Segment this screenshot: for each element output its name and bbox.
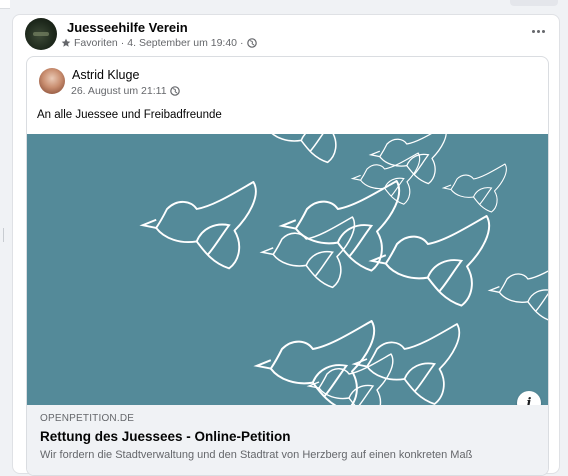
shared-post-text: An alle Juessee und Freibadfreunde [37,109,222,121]
link-description: Wir fordern die Stadtverwaltung und den … [40,449,473,461]
globe-icon[interactable] [246,38,257,48]
author-name-link[interactable]: Astrid Kluge [72,68,139,82]
doves-illustration [141,134,548,405]
more-options-icon[interactable] [527,22,549,40]
shared-post-date-link[interactable]: 26. August um 21:11 [71,85,167,97]
shared-post-meta: 26. August um 21:11 [71,85,180,97]
meta-separator: · [120,37,125,49]
favorites-label[interactable]: Favoriten [74,37,118,49]
previous-post-edge [0,0,10,9]
scroll-edge [0,228,4,242]
shared-post[interactable]: Astrid Kluge 26. August um 21:11 An alle… [26,56,549,476]
author-avatar[interactable] [39,68,65,94]
post-meta: Favoriten · 4. September um 19:40 · [61,37,260,49]
post-card: Juesseehilfe Verein Favoriten · 4. Septe… [12,14,560,476]
link-preview-meta[interactable]: OPENPETITION.DE Rettung des Juessees - O… [27,405,548,475]
link-domain: OPENPETITION.DE [40,413,135,424]
meta-separator: · [240,37,244,49]
link-preview-image[interactable]: i [27,134,548,405]
previous-post-button-edge [510,0,558,6]
post-header: Juesseehilfe Verein Favoriten · 4. Septe… [25,18,549,56]
link-title[interactable]: Rettung des Juessees - Online-Petition [40,429,291,444]
star-icon [61,38,71,48]
post-date-link[interactable]: 4. September um 19:40 [127,37,237,49]
group-name-link[interactable]: Juesseehilfe Verein [67,20,188,35]
group-avatar[interactable] [25,18,57,50]
globe-icon[interactable] [169,86,180,96]
